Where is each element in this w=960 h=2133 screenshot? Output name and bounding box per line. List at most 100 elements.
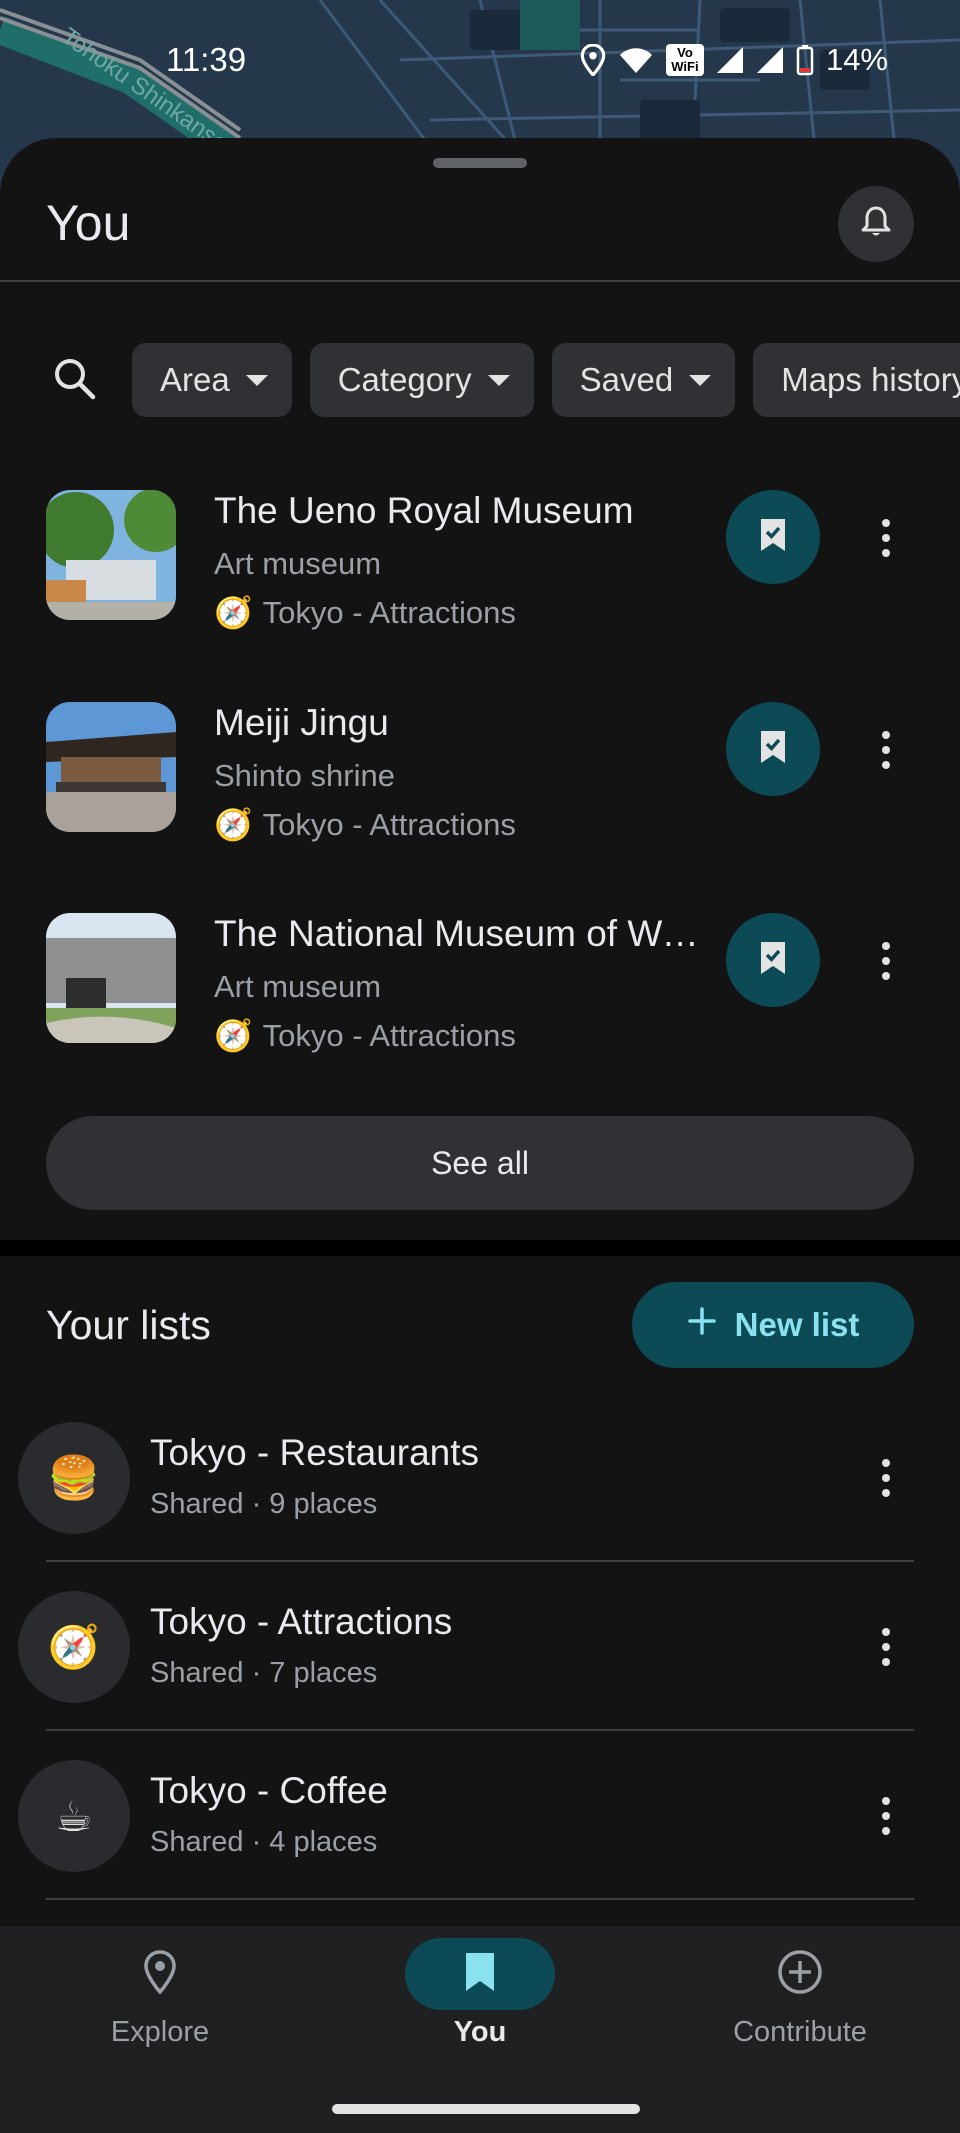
chip-label: Area [160, 361, 230, 398]
place-name: The Ueno Royal Museum [214, 490, 634, 531]
vowifi-badge: Vo WiFi [665, 44, 704, 76]
place-thumbnail [46, 702, 176, 832]
filter-chip-saved[interactable]: Saved [551, 343, 736, 417]
chip-label: Maps history [781, 361, 960, 398]
drag-handle[interactable] [433, 158, 527, 168]
page-title: You [46, 195, 131, 251]
bookmark-icon [464, 1951, 496, 1998]
place-list: 🧭 Tokyo - Attractions [214, 806, 516, 843]
nav-icon-container [405, 1938, 555, 2010]
compass-icon: 🧭 [18, 1591, 130, 1703]
add-circle-icon [777, 1949, 823, 2000]
saved-button[interactable] [726, 490, 820, 584]
list-item-restaurants[interactable]: 🍔 Tokyo - Restaurants Shared · 9 places [0, 1406, 960, 1574]
filter-bar: Area Category Saved Maps history [0, 342, 960, 418]
place-name: The National Museum of Western Art [214, 913, 704, 954]
search-button[interactable] [52, 350, 96, 410]
see-all-button[interactable]: See all [46, 1116, 914, 1210]
place-category: Art museum [214, 546, 382, 581]
filter-chip-maps-history[interactable]: Maps history [753, 343, 960, 417]
row-divider [46, 1898, 914, 1900]
status-time: 11:39 [166, 41, 247, 78]
nav-you[interactable]: You [320, 1926, 640, 2076]
nav-icon-container [725, 1938, 875, 2010]
filter-chip-category[interactable]: Category [309, 343, 534, 417]
nav-contribute[interactable]: Contribute [640, 1926, 960, 2076]
section-separator [0, 1240, 960, 1256]
new-list-button[interactable]: New list [632, 1282, 914, 1368]
burger-icon: 🍔 [18, 1422, 130, 1534]
list-name: Tokyo - Restaurants [150, 1432, 480, 1473]
place-list: 🧭 Tokyo - Attractions [214, 1017, 516, 1054]
compass-icon: 🧭 [214, 595, 253, 630]
nav-label: You [453, 2016, 507, 2048]
wifi-icon [618, 45, 654, 75]
place-list: 🧭 Tokyo - Attractions [214, 594, 516, 631]
your-lists-heading: Your lists [46, 1302, 211, 1348]
place-thumbnail [46, 490, 176, 620]
place-list-name: Tokyo - Attractions [262, 594, 516, 630]
gesture-handle[interactable] [332, 2104, 640, 2114]
battery-percent: 14% [825, 42, 888, 77]
chip-label: Saved [579, 361, 674, 398]
dropdown-caret-icon [245, 374, 268, 386]
list-item-coffee[interactable]: ☕ Tokyo - Coffee Shared · 4 places [0, 1744, 960, 1912]
bell-icon [860, 205, 892, 244]
list-item-attractions[interactable]: 🧭 Tokyo - Attractions Shared · 7 places [0, 1575, 960, 1743]
list-meta: Shared · 4 places [150, 1826, 378, 1858]
bottom-navigation: Explore You Contribute [0, 1926, 960, 2076]
chip-label: Category [337, 361, 472, 398]
gesture-area [0, 2076, 960, 2133]
filter-chip-area[interactable]: Area [132, 343, 292, 417]
plus-icon [687, 1306, 717, 1344]
row-divider [46, 1560, 914, 1562]
more-options-button[interactable] [866, 931, 906, 991]
signal-icon-2 [756, 46, 784, 74]
status-bar: 11:39 Vo WiFi 14% [0, 0, 960, 120]
bookmark-check-icon [758, 729, 788, 770]
nav-label: Contribute [733, 2016, 867, 2048]
more-options-button[interactable] [866, 1786, 906, 1846]
list-meta: Shared · 7 places [150, 1657, 378, 1689]
signal-icon [716, 46, 744, 74]
bookmark-check-icon [758, 940, 788, 981]
nav-icon-container [85, 1938, 235, 2010]
coffee-icon: ☕ [18, 1760, 130, 1872]
place-name: Meiji Jingu [214, 702, 389, 743]
notifications-button[interactable] [838, 186, 914, 262]
search-icon [52, 356, 96, 405]
compass-icon: 🧭 [214, 807, 253, 842]
app-screen: Tohoku Shinkansen 11:39 Vo WiFi 14% You … [0, 0, 960, 2133]
nav-label: Explore [110, 2016, 210, 2048]
new-list-label: New list [734, 1306, 860, 1343]
dropdown-caret-icon [487, 374, 510, 386]
place-item[interactable]: The National Museum of Western Art Art m… [0, 913, 960, 1073]
more-options-button[interactable] [866, 508, 906, 568]
list-name: Tokyo - Attractions [150, 1601, 453, 1642]
location-pin-icon [143, 1949, 177, 1999]
row-divider [46, 1729, 914, 1731]
bottom-sheet: You [0, 138, 960, 1238]
location-icon [580, 44, 606, 76]
saved-button[interactable] [726, 913, 820, 1007]
header-divider [0, 280, 960, 282]
nav-explore[interactable]: Explore [0, 1926, 320, 2076]
place-list-name: Tokyo - Attractions [262, 1017, 516, 1053]
place-category: Shinto shrine [214, 758, 395, 793]
saved-button[interactable] [726, 702, 820, 796]
place-thumbnail [46, 913, 176, 1043]
dropdown-caret-icon [689, 374, 712, 386]
place-category: Art museum [214, 969, 382, 1004]
status-icons: Vo WiFi 14% [580, 42, 888, 78]
place-list-name: Tokyo - Attractions [262, 806, 516, 842]
place-item[interactable]: The Ueno Royal Museum Art museum 🧭 Tokyo… [0, 490, 960, 650]
battery-icon [796, 44, 814, 76]
bookmark-check-icon [758, 517, 788, 558]
place-item[interactable]: Meiji Jingu Shinto shrine 🧭 Tokyo - Attr… [0, 702, 960, 862]
list-meta: Shared · 9 places [150, 1488, 378, 1520]
list-name: Tokyo - Coffee [150, 1770, 388, 1811]
more-options-button[interactable] [866, 1448, 906, 1508]
compass-icon: 🧭 [214, 1018, 253, 1053]
more-options-button[interactable] [866, 720, 906, 780]
more-options-button[interactable] [866, 1617, 906, 1677]
